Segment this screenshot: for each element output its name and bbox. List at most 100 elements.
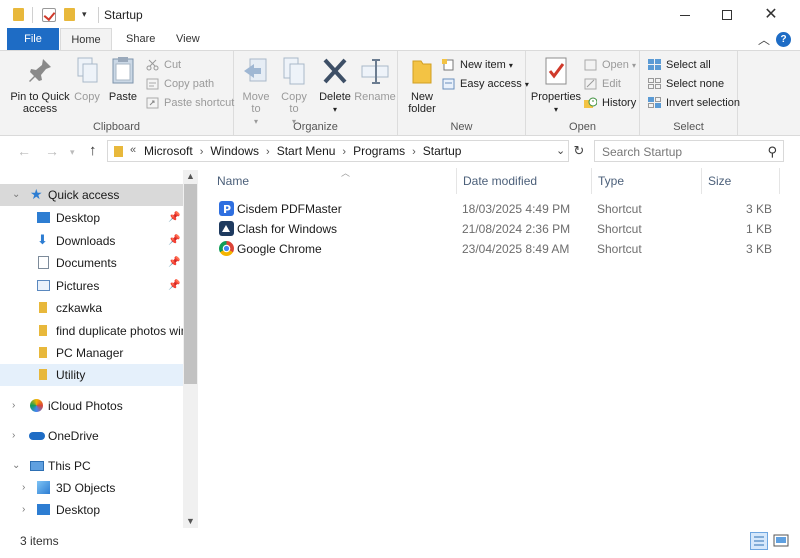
sidebar-item-downloads[interactable]: ⬇ Downloads 📌 (0, 230, 183, 252)
column-header-type[interactable]: Type (592, 168, 702, 194)
breadcrumb-item[interactable]: Windows (210, 144, 259, 158)
new-item-icon (442, 59, 455, 71)
sidebar-item-desktop[interactable]: Desktop 📌 (0, 207, 183, 229)
large-icons-view-button[interactable] (772, 532, 790, 550)
chevron-right-icon[interactable]: › (412, 146, 416, 158)
chevron-right-icon[interactable]: › (22, 499, 25, 521)
navigation-pane-scrollbar[interactable]: ▲ ▼ (183, 170, 198, 528)
open-button[interactable]: Open ▾ (584, 56, 636, 74)
organize-group: Move to ▾ Copy to ▾ Delete ▾ Rename Organiz… (234, 51, 398, 135)
sidebar-item-quick-access[interactable]: ⌄ ★ Quick access (0, 184, 183, 206)
invert-selection-button[interactable]: Invert selection (648, 94, 740, 112)
copy-path-button[interactable]: Copy path (146, 75, 214, 93)
tab-home[interactable]: Home (60, 28, 112, 50)
folder-icon (39, 302, 47, 313)
select-all-button[interactable]: Select all (648, 56, 711, 74)
sidebar-item-find-duplicate-photos[interactable]: find duplicate photos win (0, 320, 183, 342)
customize-quick-access-dropdown[interactable]: ▾ (82, 9, 87, 20)
table-row[interactable]: P Cisdem PDFMaster 18/03/2025 4:49 PM Sh… (211, 199, 781, 219)
delete-icon (320, 55, 350, 87)
move-to-button[interactable]: Move to ▾ (238, 55, 274, 128)
tab-share[interactable]: Share (114, 28, 167, 50)
file-name: Cisdem PDFMaster (237, 202, 342, 216)
sidebar-item-3d-objects[interactable]: › 3D Objects (0, 477, 183, 499)
file-type: Shortcut (597, 202, 642, 216)
scroll-down-icon[interactable]: ▼ (186, 516, 195, 526)
history-button[interactable]: History (584, 94, 636, 112)
recent-locations-chevron-icon[interactable]: ▾ (70, 147, 75, 158)
open-group: Properties ▾ Open ▾ Edit History Open (526, 51, 640, 135)
chevron-right-icon[interactable]: › (12, 395, 15, 417)
sidebar-item-icloud-photos[interactable]: › iCloud Photos (0, 395, 183, 417)
new-item-button[interactable]: New item ▾ (442, 56, 513, 74)
address-overflow[interactable]: « (130, 144, 136, 156)
forward-arrow-icon[interactable]: → (45, 143, 59, 159)
tab-file[interactable]: File (7, 28, 59, 50)
edit-button[interactable]: Edit (584, 75, 621, 93)
paste-shortcut-button[interactable]: Paste shortcut (146, 94, 234, 112)
chevron-right-icon[interactable]: › (22, 477, 25, 499)
scissors-icon (146, 59, 159, 71)
history-label: History (602, 97, 637, 109)
properties-button[interactable]: Properties ▾ (530, 55, 582, 116)
breadcrumb-item[interactable]: Start Menu (277, 144, 336, 158)
desktop-icon (37, 504, 50, 515)
address-bar[interactable]: « Microsoft › Windows › Start Menu › Programs ›… (107, 140, 569, 162)
chevron-right-icon[interactable]: › (266, 146, 270, 158)
collapse-ribbon-chevron-icon[interactable]: ︿ (758, 31, 770, 48)
sidebar-item-pictures[interactable]: Pictures 📌 (0, 275, 183, 297)
breadcrumb-item[interactable]: Programs (353, 144, 405, 158)
minimize-button[interactable] (662, 0, 708, 30)
delete-button[interactable]: Delete ▾ (316, 55, 354, 116)
pin-to-quick-access-button[interactable]: Pin to Quick access (8, 55, 72, 115)
refresh-icon[interactable]: ↻ (570, 140, 588, 162)
address-dropdown-chevron-icon[interactable]: ⌄ (556, 144, 565, 157)
chevron-down-icon[interactable]: ⌄ (12, 455, 20, 477)
chevron-right-icon[interactable]: › (342, 146, 346, 158)
select-none-button[interactable]: Select none (648, 75, 724, 93)
new-item-label: New item (460, 59, 506, 71)
back-arrow-icon[interactable]: ← (17, 143, 31, 159)
pin-icon: 📌 (168, 257, 181, 268)
chevron-down-icon[interactable]: ⌄ (12, 184, 20, 206)
sidebar-item-label: Desktop (56, 503, 101, 517)
help-icon[interactable]: ? (776, 32, 791, 47)
sidebar-item-desktop-pc[interactable]: › Desktop (0, 499, 183, 521)
item-count: 3 items (20, 534, 59, 548)
rename-button[interactable]: Rename (354, 55, 396, 103)
new-folder-button[interactable]: New folder (404, 55, 440, 115)
column-header-size[interactable]: Size (702, 168, 780, 194)
new-folder-quick-icon[interactable] (64, 8, 75, 21)
column-header-date-modified[interactable]: Date modified (457, 168, 592, 194)
search-input[interactable]: Search Startup ⚲ (594, 140, 784, 162)
close-button[interactable]: ✕ (748, 0, 794, 30)
sidebar-item-onedrive[interactable]: › OneDrive (0, 425, 183, 447)
breadcrumb-item[interactable]: Microsoft (144, 144, 193, 158)
scroll-up-icon[interactable]: ▲ (186, 171, 195, 181)
clipboard-group: Pin to Quick access Copy Paste Cut Copy … (0, 51, 234, 135)
up-arrow-icon[interactable]: ↑ (89, 142, 97, 159)
column-header-name[interactable]: ︿ Name (211, 168, 457, 194)
tab-view[interactable]: View (164, 28, 212, 50)
downloads-icon: ⬇ (37, 232, 48, 247)
chevron-right-icon[interactable]: › (200, 146, 204, 158)
chevron-right-icon[interactable]: › (12, 425, 15, 447)
cut-button[interactable]: Cut (146, 56, 181, 74)
sidebar-item-utility[interactable]: Utility (0, 364, 183, 386)
table-row[interactable]: Google Chrome 23/04/2025 8:49 AM Shortcu… (211, 239, 781, 259)
sidebar-item-documents[interactable]: Documents 📌 (0, 252, 183, 274)
navigation-bar: ← → ▾ ↑ « Microsoft › Windows › Start Menu › P… (0, 139, 800, 165)
properties-quick-icon[interactable] (42, 8, 56, 22)
sidebar-item-this-pc[interactable]: ⌄ This PC (0, 455, 183, 477)
sidebar-item-czkawka[interactable]: czkawka (0, 297, 183, 319)
table-row[interactable]: Clash for Windows 21/08/2024 2:36 PM Sho… (211, 219, 781, 239)
copy-button[interactable]: Copy (70, 55, 104, 103)
copy-to-button[interactable]: Copy to ▾ (276, 55, 312, 128)
breadcrumb-item[interactable]: Startup (423, 144, 462, 158)
details-view-button[interactable] (750, 532, 768, 550)
sidebar-item-pc-manager[interactable]: PC Manager (0, 342, 183, 364)
paste-button[interactable]: Paste (106, 55, 140, 103)
maximize-button[interactable] (704, 0, 750, 30)
scrollbar-thumb[interactable] (184, 184, 197, 384)
easy-access-button[interactable]: Easy access ▾ (442, 75, 529, 93)
